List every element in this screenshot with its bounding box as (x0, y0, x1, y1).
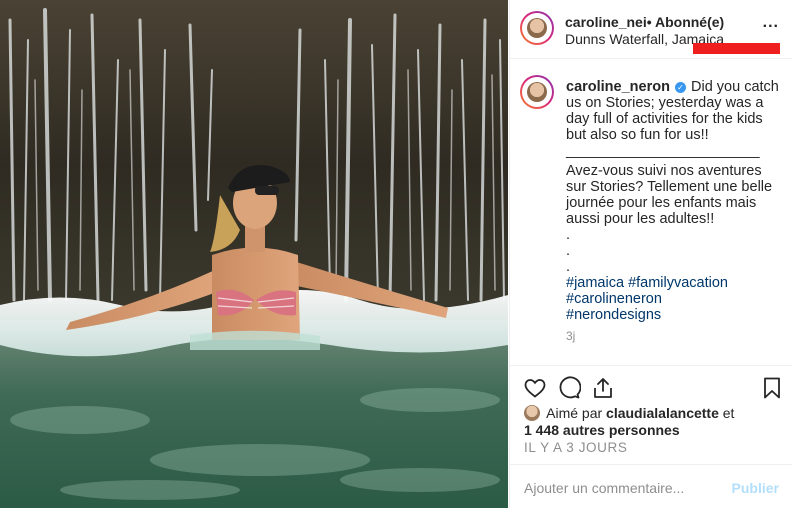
post-side-panel: caroline_nei• Abonné(e) Dunns Waterfall,… (509, 0, 792, 508)
instagram-post-window: caroline_nei• Abonné(e) Dunns Waterfall,… (0, 0, 792, 508)
hashtag-carolineneron[interactable]: #carolineneron (566, 291, 780, 307)
liker-avatar[interactable] (524, 405, 540, 421)
more-options-icon[interactable]: ... (763, 14, 779, 32)
caption-avatar[interactable] (520, 75, 554, 109)
comment-icon[interactable] (557, 376, 581, 400)
share-icon[interactable] (591, 376, 615, 400)
comment-input[interactable]: Ajouter un commentaire... (524, 480, 684, 496)
likes-joiner: et (722, 405, 735, 421)
author-avatar[interactable] (520, 11, 554, 45)
caption-area: caroline_neron ✓ Did you catch us on Sto… (510, 59, 792, 365)
likes-prefix: Aimé par (546, 405, 603, 421)
post-date[interactable]: IL Y A 3 JOURS (524, 440, 627, 455)
follow-status[interactable]: • Abonné(e) (647, 14, 725, 30)
caption-dots: . . . (566, 227, 571, 275)
post-header: caroline_nei• Abonné(e) Dunns Waterfall,… (510, 0, 792, 59)
publish-button[interactable]: Publier (732, 480, 779, 496)
comment-box: Ajouter un commentaire... Publier (510, 464, 792, 510)
caption-divider: ________________________ (566, 143, 760, 159)
hashtag-jamaica[interactable]: #jamaica #familyvacation (566, 275, 780, 291)
caption-username[interactable]: caroline_neron (566, 79, 670, 95)
actions-section: Aimé par claudialalancette et 1 448 autr… (510, 365, 792, 506)
waterfall-photo (0, 0, 508, 508)
bookmark-icon[interactable] (760, 376, 784, 400)
redaction-bar (693, 43, 780, 54)
post-photo[interactable] (0, 0, 508, 508)
author-username[interactable]: caroline_nei (565, 14, 647, 30)
author-line: caroline_nei• Abonné(e) (565, 14, 724, 30)
heart-icon[interactable] (523, 376, 547, 400)
caption-french: Avez-vous suivi nos aventures sur Storie… (566, 163, 773, 227)
hashtag-familyvacation[interactable]: #familyvacation (628, 275, 728, 291)
caption-text: caroline_neron ✓ Did you catch us on Sto… (566, 79, 780, 344)
likes-others-link[interactable]: 1 448 autres personnes (524, 422, 680, 438)
liker-username[interactable]: claudialalancette (606, 405, 719, 421)
caption-time-ago: 3j (566, 329, 576, 343)
hashtag-nerondesigns[interactable]: #nerondesigns (566, 307, 780, 323)
verified-badge-icon: ✓ (674, 82, 686, 93)
likes-summary: Aimé par claudialalancette et 1 448 autr… (524, 405, 734, 439)
